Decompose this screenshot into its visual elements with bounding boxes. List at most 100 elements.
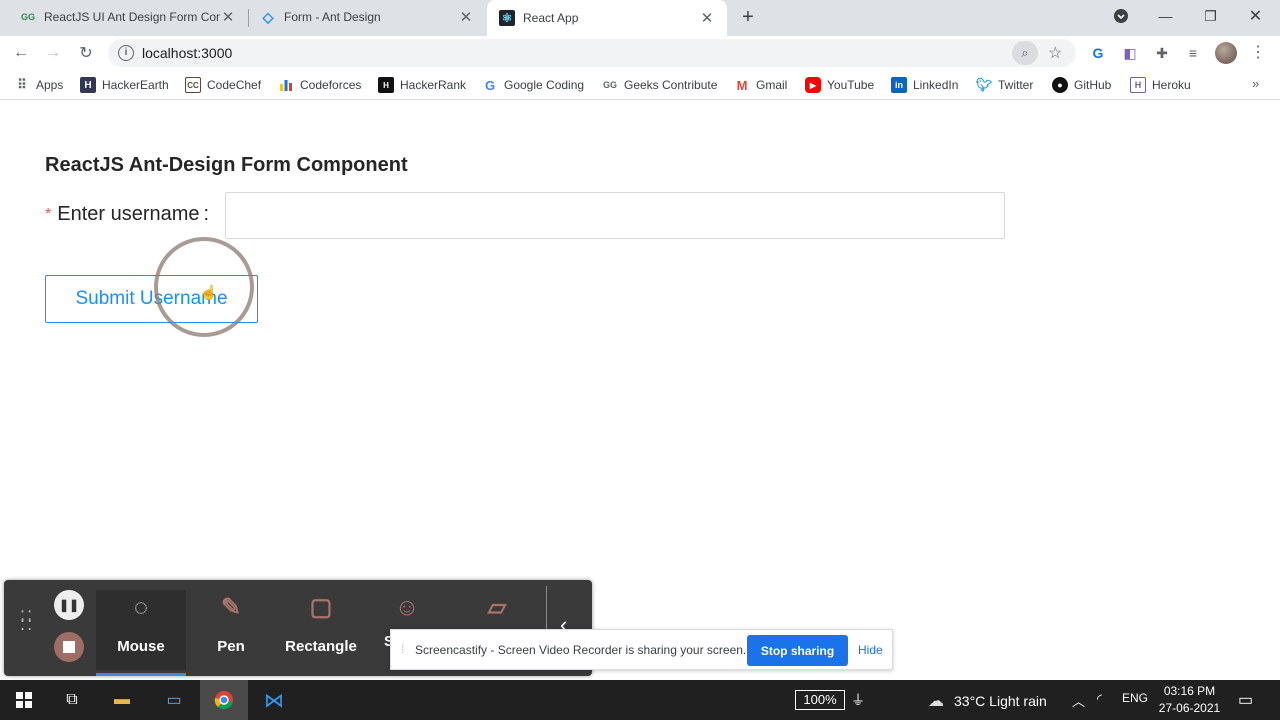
mouse-cursor-icon: ◌ xyxy=(133,594,149,621)
site-info-icon[interactable]: i xyxy=(118,45,134,61)
tool-rectangle[interactable]: ▢ Rectangle xyxy=(276,590,366,670)
bookmark-codechef[interactable]: CC CodeChef xyxy=(185,76,261,94)
minimize-icon[interactable]: — xyxy=(1143,0,1188,32)
extensions-puzzle-icon[interactable]: ✚ xyxy=(1153,44,1171,62)
tray-chevron-icon[interactable]: ︿ xyxy=(1072,691,1085,710)
sticker-icon: ☺ xyxy=(394,594,420,621)
zoom-icon[interactable]: ⌕ xyxy=(1012,41,1038,65)
hackerearth-icon: H xyxy=(80,77,96,93)
gfg-icon: GG xyxy=(602,80,617,90)
linkedin-icon: in xyxy=(891,77,907,93)
username-label-text: Enter username xyxy=(57,203,200,225)
bookmark-heroku[interactable]: H Heroku xyxy=(1130,76,1191,94)
username-label: * Enter username : xyxy=(45,203,209,226)
tab-close-icon[interactable]: ✕ xyxy=(699,10,715,27)
stop-recording-icon[interactable] xyxy=(54,632,84,662)
username-input[interactable] xyxy=(225,192,1005,239)
browser-tab-strip: GG ReactJS UI Ant Design Form Com ✕ ◇ Fo… xyxy=(0,0,1280,36)
bookmarks-overflow-icon[interactable]: » xyxy=(1252,76,1259,91)
chrome-taskbar-icon[interactable] xyxy=(200,680,248,720)
page-title: ReactJS Ant-Design Form Component xyxy=(45,154,408,176)
required-mark: * xyxy=(45,205,52,223)
bookmark-github[interactable]: ● GitHub xyxy=(1052,76,1111,94)
bookmark-linkedin[interactable]: in LinkedIn xyxy=(891,76,958,94)
bookmark-youtube[interactable]: ▶ YouTube xyxy=(805,76,874,94)
heroku-icon: H xyxy=(1130,77,1146,93)
drag-grip-icon[interactable]: ⁞ xyxy=(401,642,404,656)
gfg-favicon-icon: GG xyxy=(20,12,35,22)
reload-icon[interactable]: ↻ xyxy=(73,40,99,66)
share-message: Screencastify - Screen Video Recorder is… xyxy=(415,643,747,657)
battery-indicator[interactable]: 100% xyxy=(795,690,845,710)
forward-icon[interactable]: → xyxy=(40,40,66,66)
github-icon: ● xyxy=(1052,77,1068,93)
task-view-icon[interactable]: ⧉ xyxy=(48,680,96,720)
tab-form-ant-design[interactable]: ◇ Form - Ant Design ✕ xyxy=(248,0,486,34)
bookmark-star-icon[interactable]: ☆ xyxy=(1048,43,1062,63)
tab-react-app[interactable]: ⚛ React App ✕ xyxy=(487,0,727,36)
vscode-icon[interactable]: ⋈ xyxy=(250,680,298,720)
tab-title: React App xyxy=(523,11,579,25)
bookmark-codeforces[interactable]: Codeforces xyxy=(278,76,361,94)
rectangle-icon: ▢ xyxy=(309,594,333,621)
bookmark-hackerrank[interactable]: H HackerRank xyxy=(378,76,466,94)
tab-title: ReactJS UI Ant Design Form Com xyxy=(44,10,220,24)
grammarly-extension-icon[interactable]: G xyxy=(1089,44,1107,62)
restore-icon[interactable]: ❐ xyxy=(1188,0,1233,32)
apps-grid-icon: ⠿ xyxy=(17,77,27,92)
windows-taskbar: ⧉ ▬ ▭ ⋈ 100% ⏚ ☁ 33°C Light rain ︿ ◜ ENG… xyxy=(0,680,1280,720)
stop-sharing-button[interactable]: Stop sharing xyxy=(747,635,848,666)
url-text[interactable]: localhost:3000 xyxy=(142,45,232,61)
clock-time: 03:16 PM xyxy=(1163,684,1216,698)
tab-close-icon[interactable]: ✕ xyxy=(220,9,236,26)
new-tab-icon[interactable]: + xyxy=(738,6,758,28)
tool-pen[interactable]: ✎ Pen xyxy=(186,590,276,670)
tool-mouse[interactable]: ◌ Mouse xyxy=(96,590,186,676)
file-explorer-icon[interactable]: ▬ xyxy=(98,680,146,720)
codeforces-icon xyxy=(278,77,294,93)
windows-start-icon[interactable] xyxy=(0,680,48,720)
app-window-icon[interactable]: ▭ xyxy=(150,680,198,720)
tab-close-icon[interactable]: ✕ xyxy=(458,9,474,26)
hackerrank-icon: H xyxy=(378,77,394,93)
drag-handle-icon[interactable]: ⁚⁚ ⁚⁚ xyxy=(20,610,34,634)
window-close-icon[interactable]: ✕ xyxy=(1233,0,1278,32)
bookmark-hackerearth[interactable]: H HackerEarth xyxy=(80,76,169,94)
hide-link[interactable]: Hide xyxy=(858,643,883,657)
browser-menu-icon[interactable]: ⋮ xyxy=(1250,42,1266,62)
google-icon: G xyxy=(484,77,496,93)
browser-toolbar: ← → ↻ i localhost:3000 ⌕ ☆ G ◧ ✚ ≡ ⋮ xyxy=(0,36,1280,70)
bookmark-apps[interactable]: ⠿ Apps xyxy=(14,76,63,94)
back-icon[interactable]: ← xyxy=(8,40,34,66)
eraser-icon: ▱ xyxy=(487,594,507,621)
profile-avatar[interactable] xyxy=(1215,42,1237,64)
wifi-icon[interactable]: ◜ xyxy=(1097,691,1102,707)
reading-list-icon[interactable]: ≡ xyxy=(1184,44,1202,62)
bookmark-geeks-contribute[interactable]: GG Geeks Contribute xyxy=(602,76,717,94)
notifications-icon[interactable]: ▭ xyxy=(1238,690,1253,710)
submit-username-button[interactable]: Submit Username xyxy=(45,275,258,323)
cloud-rain-icon: ☁ xyxy=(928,693,944,710)
pause-icon[interactable]: ❚❚ xyxy=(54,590,84,620)
label-colon: : xyxy=(203,203,210,225)
clock-date: 27-06-2021 xyxy=(1158,701,1221,715)
twitter-icon: 🐦︎ xyxy=(975,77,993,92)
tab-title: Form - Ant Design xyxy=(284,10,381,24)
weather-widget[interactable]: ☁ 33°C Light rain xyxy=(928,691,1047,711)
bookmark-google-coding[interactable]: G Google Coding xyxy=(482,76,584,94)
react-favicon-icon: ⚛ xyxy=(499,10,515,26)
gmail-icon: M xyxy=(736,77,748,93)
extension-icon[interactable]: ◧ xyxy=(1121,44,1139,62)
language-indicator[interactable]: ENG xyxy=(1122,691,1148,705)
bookmark-twitter[interactable]: 🐦︎ Twitter xyxy=(975,76,1034,94)
youtube-icon: ▶ xyxy=(805,77,821,93)
ant-design-favicon-icon: ◇ xyxy=(262,8,274,25)
tab-reactjs-ui-ant-design[interactable]: GG ReactJS UI Ant Design Form Com ✕ xyxy=(8,0,248,34)
address-bar[interactable]: i localhost:3000 ⌕ ☆ xyxy=(108,39,1076,67)
screen-share-notification: ⁞ Screencastify - Screen Video Recorder … xyxy=(390,629,893,670)
profile-menu-icon[interactable] xyxy=(1098,0,1143,32)
bookmark-gmail[interactable]: M Gmail xyxy=(734,76,788,94)
taskbar-clock[interactable]: 03:16 PM 27-06-2021 xyxy=(1152,683,1227,717)
power-plug-icon: ⏚ xyxy=(851,692,865,708)
bookmarks-bar: ⠿ Apps H HackerEarth CC CodeChef Codefor… xyxy=(0,70,1280,100)
